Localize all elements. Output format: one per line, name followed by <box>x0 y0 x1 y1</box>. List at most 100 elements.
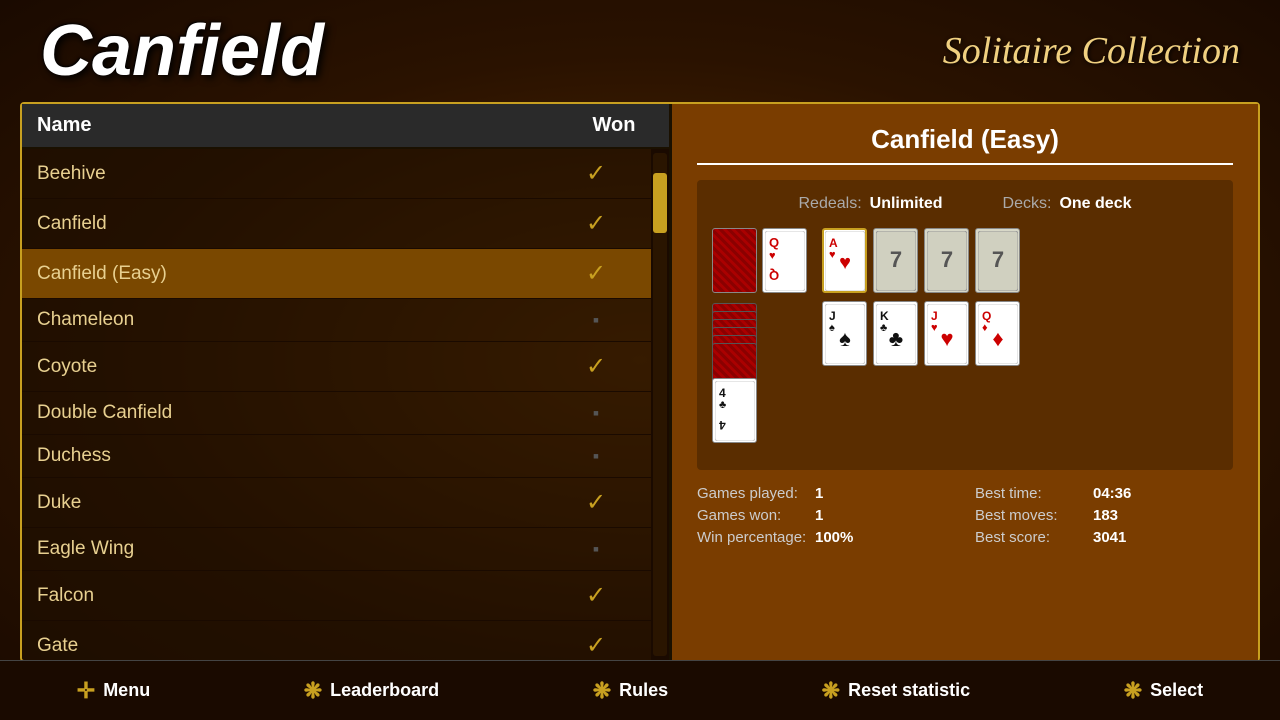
redeals-info: Redeals: Unlimited <box>799 195 943 213</box>
won-check-icon: ✓ <box>586 209 606 238</box>
scroll-track <box>653 153 667 656</box>
best-score-row: Best score: 3041 <box>975 529 1233 546</box>
stock-waste-area: Q ♥ Q <box>712 228 807 443</box>
svg-text:Q: Q <box>769 235 779 250</box>
no-win-icon: ▪ <box>593 539 599 560</box>
won-check-icon: ✓ <box>586 352 606 381</box>
svg-text:K: K <box>880 309 889 323</box>
game-preview: Redeals: Unlimited Decks: One deck <box>697 180 1233 470</box>
svg-text:7: 7 <box>940 247 952 272</box>
select-icon: ❋ <box>1124 678 1142 704</box>
menu-nav-item[interactable]: ✛ Menu <box>77 678 150 704</box>
won-check-icon: ✓ <box>586 488 606 517</box>
rules-label: Rules <box>619 680 668 701</box>
tableau-diamond: Q ♦ ♦ <box>975 301 1020 366</box>
best-moves-label: Best moves: <box>975 507 1085 524</box>
games-played-value: 1 <box>815 485 823 502</box>
list-item[interactable]: Beehive ✓ <box>22 149 651 199</box>
foundation-tableau-area: A ♥ ♥ 7 <box>822 228 1218 443</box>
svg-text:Q: Q <box>769 268 779 283</box>
list-item[interactable]: Falcon ✓ <box>22 571 651 621</box>
reset-icon: ❋ <box>822 678 840 704</box>
list-item[interactable]: Duchess ▪ <box>22 435 651 478</box>
svg-text:J: J <box>931 309 938 323</box>
games-played-label: Games played: <box>697 485 807 502</box>
games-played-row: Games played: 1 <box>697 485 955 502</box>
list-item[interactable]: Duke ✓ <box>22 478 651 528</box>
games-won-label: Games won: <box>697 507 807 524</box>
svg-text:J: J <box>829 309 836 323</box>
game-list-panel: Name Won Beehive ✓ Canfield ✓ Canfield (… <box>22 104 672 660</box>
game-detail-panel: Canfield (Easy) Redeals: Unlimited Decks… <box>672 104 1258 660</box>
reset-label: Reset statistic <box>848 680 970 701</box>
menu-icon: ✛ <box>77 678 95 704</box>
tableau-king: K ♣ ♣ <box>873 301 918 366</box>
svg-text:♦: ♦ <box>992 326 1003 351</box>
list-item[interactable]: Chameleon ▪ <box>22 299 651 342</box>
svg-text:♥: ♥ <box>940 326 953 351</box>
best-score-label: Best score: <box>975 529 1085 546</box>
win-pct-label: Win percentage: <box>697 529 807 546</box>
leaderboard-icon: ❋ <box>304 678 322 704</box>
queen-card-svg: Q ♥ Q <box>765 231 805 291</box>
best-score-value: 3041 <box>1093 529 1126 546</box>
page-title: Canfield <box>40 10 324 92</box>
foundation-heart: A ♥ ♥ <box>822 228 867 293</box>
scroll-thumb[interactable] <box>653 173 667 233</box>
best-moves-row: Best moves: 183 <box>975 507 1233 524</box>
decks-info: Decks: One deck <box>1003 195 1132 213</box>
stats-col-left: Games played: 1 Games won: 1 Win percent… <box>697 485 955 546</box>
rules-nav-item[interactable]: ❋ Rules <box>593 678 668 704</box>
list-item[interactable]: Gate ✓ <box>22 621 651 660</box>
foundation-7-1: 7 <box>873 228 918 293</box>
decks-value: One deck <box>1059 195 1131 213</box>
list-item[interactable]: Eagle Wing ▪ <box>22 528 651 571</box>
svg-text:♠: ♠ <box>829 322 835 334</box>
leaderboard-nav-item[interactable]: ❋ Leaderboard <box>304 678 439 704</box>
svg-text:4: 4 <box>718 418 725 432</box>
svg-text:♦: ♦ <box>982 322 988 334</box>
won-check-icon: ✓ <box>586 159 606 188</box>
list-item[interactable]: Double Canfield ▪ <box>22 392 651 435</box>
svg-text:7: 7 <box>889 247 901 272</box>
bottom-nav: ✛ Menu ❋ Leaderboard ❋ Rules ❋ Reset sta… <box>0 660 1280 720</box>
card-preview: Q ♥ Q <box>712 228 1218 443</box>
rules-icon: ❋ <box>593 678 611 704</box>
header: Canfield Solitaire Collection <box>0 0 1280 97</box>
game-info-row: Redeals: Unlimited Decks: One deck <box>712 195 1218 213</box>
scrollbar[interactable] <box>651 149 669 660</box>
best-time-value: 04:36 <box>1093 485 1131 502</box>
svg-text:♣: ♣ <box>888 326 902 351</box>
list-item[interactable]: Coyote ✓ <box>22 342 651 392</box>
svg-text:♥: ♥ <box>839 252 851 274</box>
collection-subtitle: Solitaire Collection <box>943 29 1240 73</box>
column-name: Name <box>37 114 574 137</box>
svg-text:♥: ♥ <box>829 249 836 261</box>
best-time-label: Best time: <box>975 485 1085 502</box>
redeals-value: Unlimited <box>870 195 943 213</box>
foundation-7-3: 7 <box>975 228 1020 293</box>
svg-text:Q: Q <box>982 309 991 323</box>
select-nav-item[interactable]: ❋ Select <box>1124 678 1203 704</box>
tableau-stack: 4 ♣ 4 <box>712 303 757 443</box>
svg-text:♣: ♣ <box>719 399 726 411</box>
list-item[interactable]: Canfield ✓ <box>22 199 651 249</box>
game-list-items: Beehive ✓ Canfield ✓ Canfield (Easy) ✓ C… <box>22 149 651 660</box>
stats-col-right: Best time: 04:36 Best moves: 183 Best sc… <box>975 485 1233 546</box>
won-check-icon: ✓ <box>586 581 606 610</box>
stock-card <box>712 228 757 293</box>
redeals-label: Redeals: <box>799 195 862 213</box>
list-item-selected[interactable]: Canfield (Easy) ✓ <box>22 249 651 299</box>
tableau-row: J ♠ ♠ K ♣ ♣ <box>822 301 1218 366</box>
select-label: Select <box>1150 680 1203 701</box>
foundation-7-2: 7 <box>924 228 969 293</box>
foundation-row: A ♥ ♥ 7 <box>822 228 1218 293</box>
leaderboard-label: Leaderboard <box>330 680 439 701</box>
no-win-icon: ▪ <box>593 403 599 424</box>
waste-card: Q ♥ Q <box>762 228 807 293</box>
column-won: Won <box>574 114 654 137</box>
menu-label: Menu <box>103 680 150 701</box>
reset-nav-item[interactable]: ❋ Reset statistic <box>822 678 971 704</box>
tableau-jack: J ♠ ♠ <box>822 301 867 366</box>
svg-text:♣: ♣ <box>880 322 887 334</box>
